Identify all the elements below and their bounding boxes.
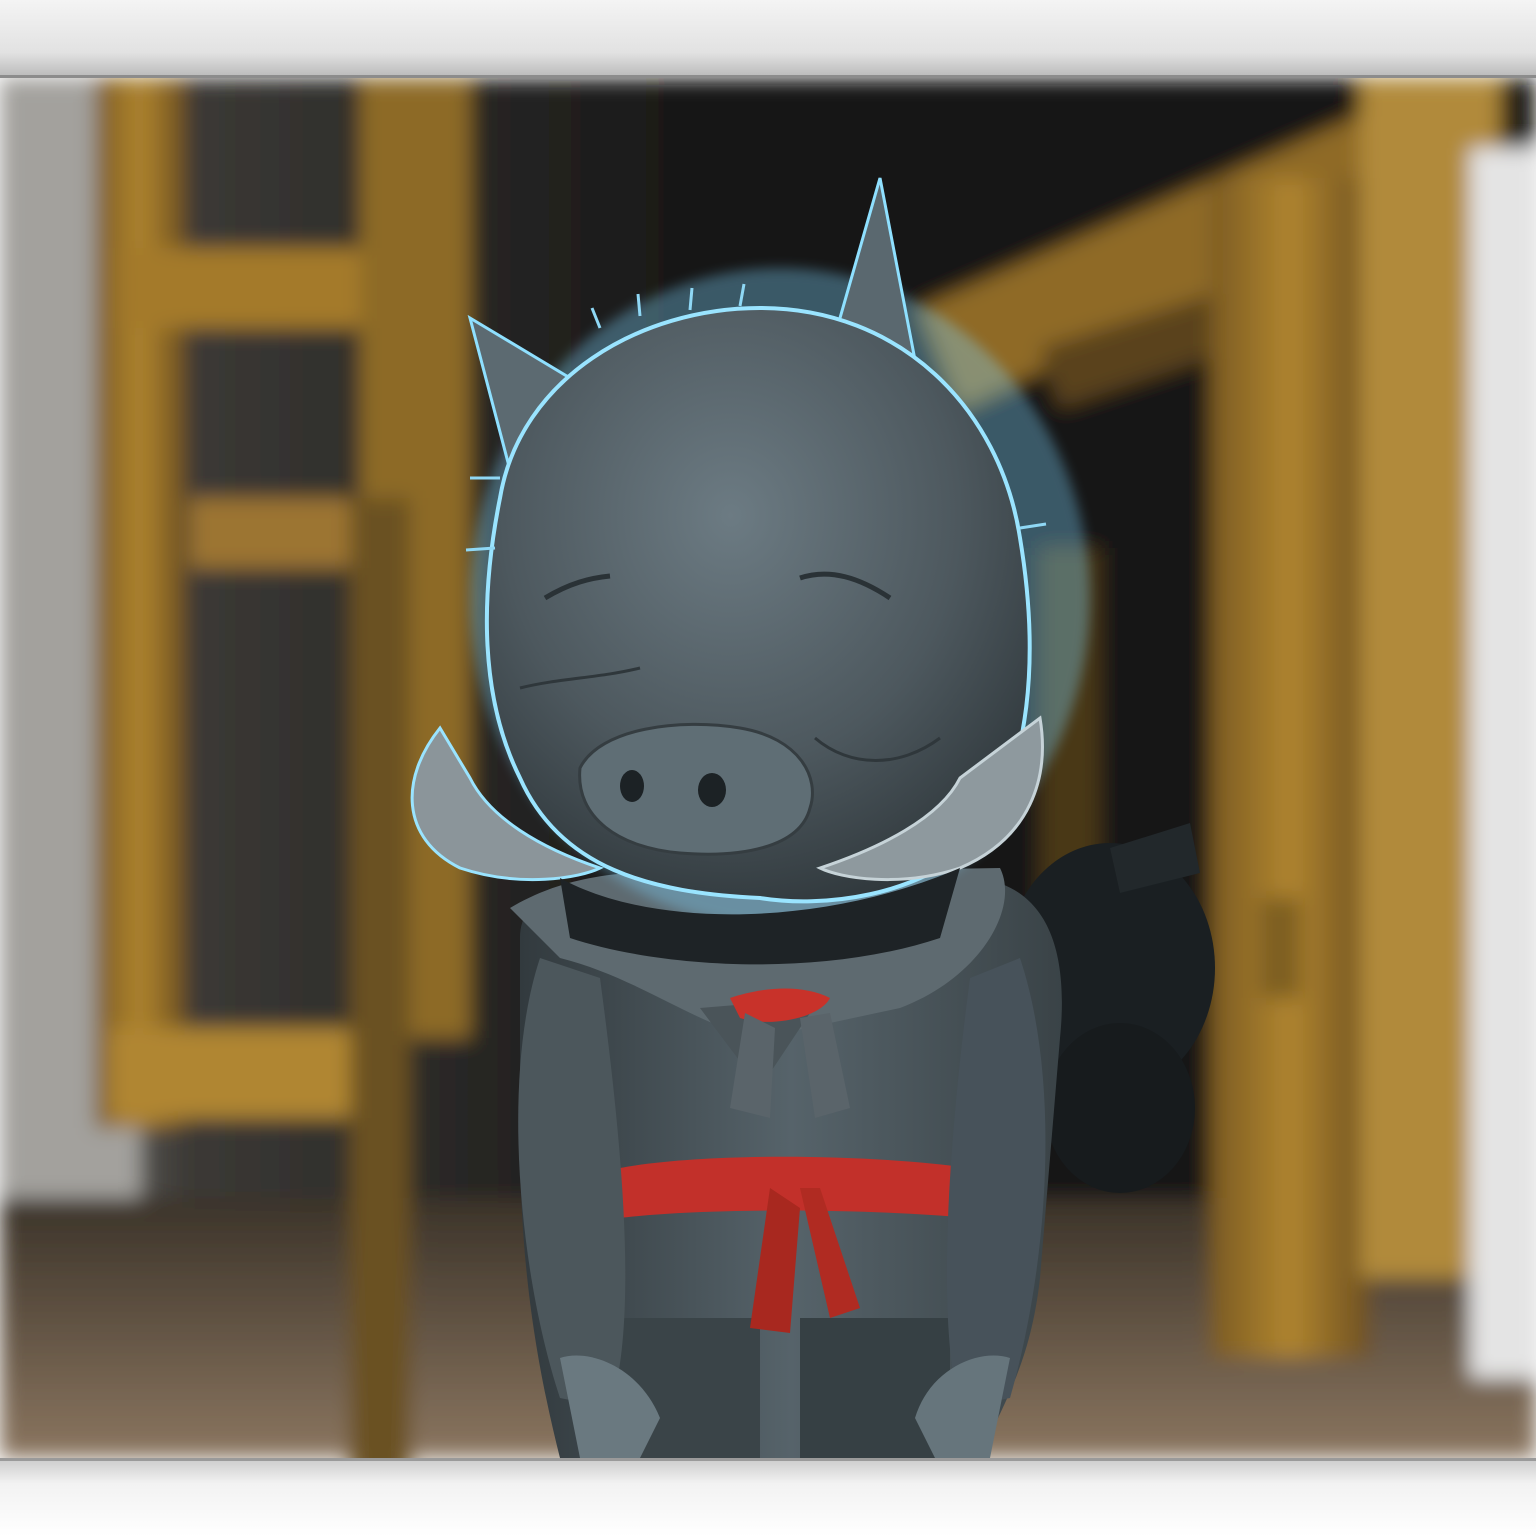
photo-frame <box>0 0 1536 1536</box>
scene-illustration <box>0 78 1536 1458</box>
frame-bottom-border <box>0 1458 1536 1536</box>
left-nostril <box>620 770 644 802</box>
snout <box>578 722 814 856</box>
frame-top-border <box>0 0 1536 78</box>
right-nostril <box>698 773 726 807</box>
rendered-scene <box>0 78 1536 1458</box>
